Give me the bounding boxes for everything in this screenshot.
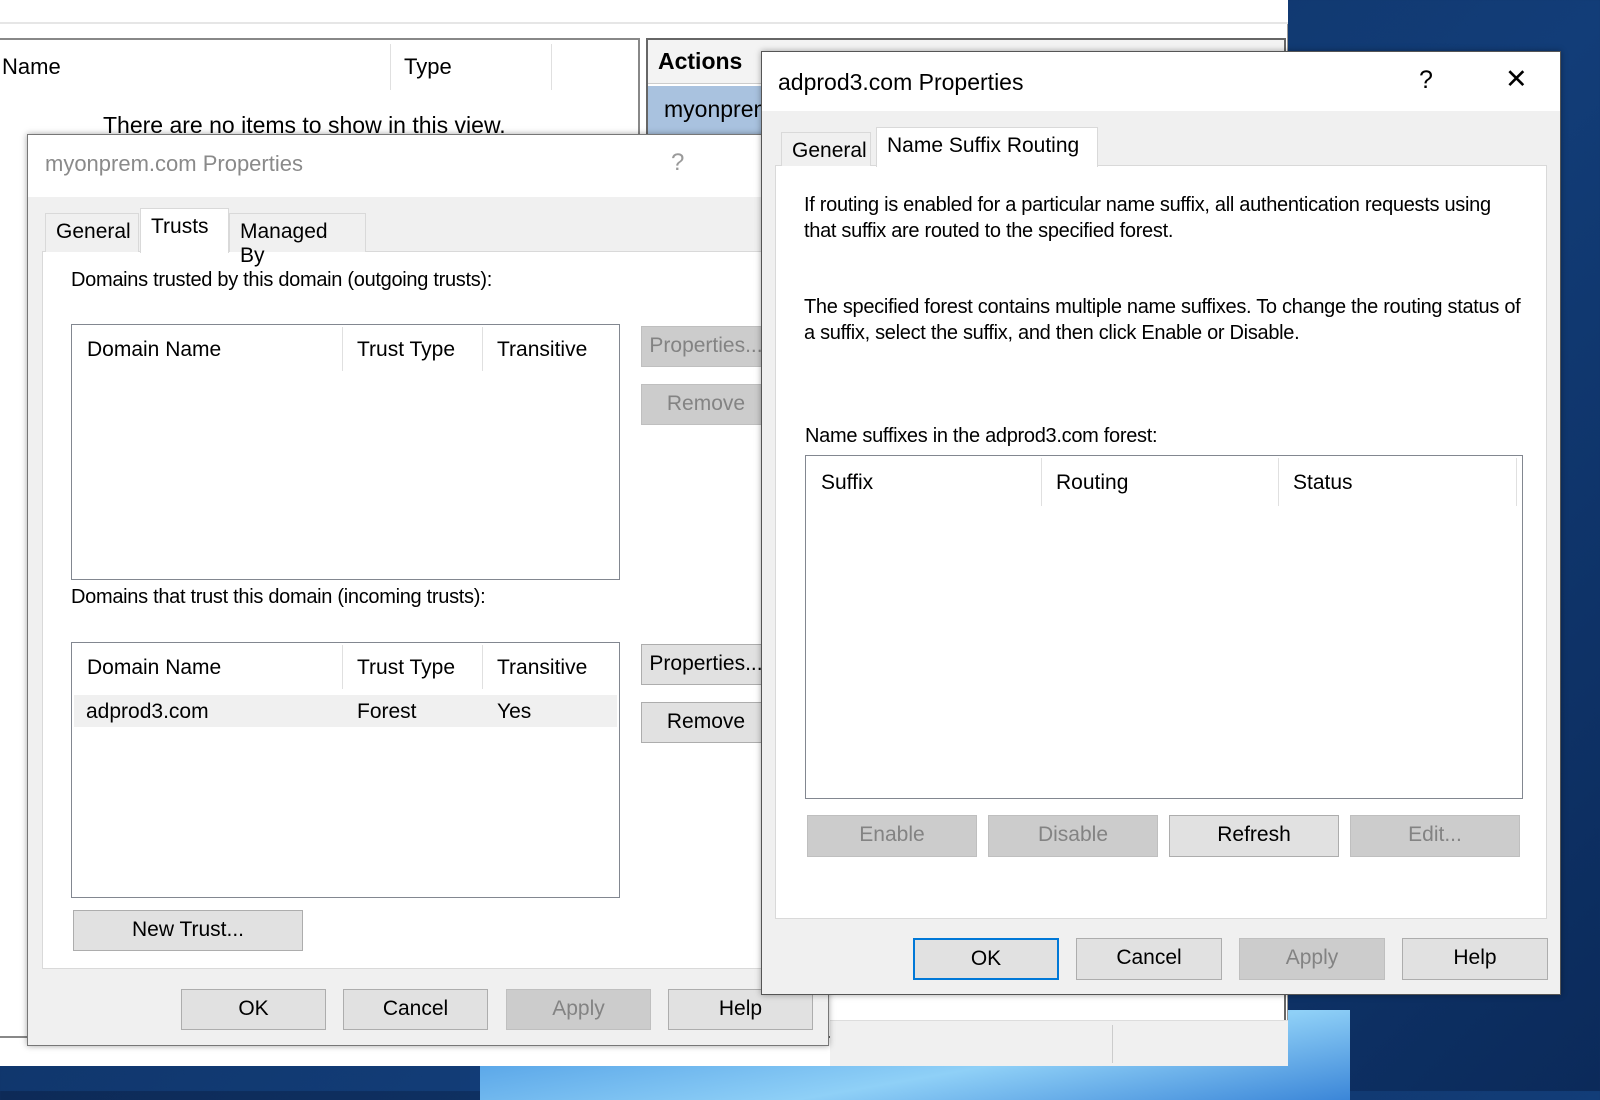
dialog-title: myonprem.com Properties: [45, 151, 303, 176]
outgoing-remove-button[interactable]: Remove: [641, 384, 771, 425]
dialog-titlebar: adprod3.com Properties ? ✕: [762, 52, 1560, 111]
column-header-type[interactable]: Type: [404, 54, 452, 80]
adprod3-properties-dialog: adprod3.com Properties ? ✕ If routing is…: [761, 51, 1561, 995]
column-separator: [1041, 458, 1042, 506]
cancel-button[interactable]: Cancel: [1076, 938, 1222, 980]
incoming-remove-button[interactable]: Remove: [641, 702, 771, 743]
name-suffixes-label: Name suffixes in the adprod3.com forest:: [805, 425, 1158, 447]
row-trust-type: Forest: [357, 700, 417, 723]
ok-button[interactable]: OK: [181, 989, 326, 1030]
col-routing[interactable]: Routing: [1056, 471, 1128, 495]
status-bar: [830, 1020, 1288, 1066]
row-domain: adprod3.com: [86, 700, 209, 723]
outgoing-trusts-list[interactable]: Domain Name Trust Type Transitive: [71, 324, 620, 580]
column-separator: [482, 645, 483, 689]
column-separator: [342, 645, 343, 689]
refresh-button[interactable]: Refresh: [1169, 815, 1339, 857]
tab-general[interactable]: General: [45, 213, 139, 252]
tab-page-name-suffix-routing: If routing is enabled for a particular n…: [775, 165, 1547, 919]
column-header-name[interactable]: Name: [2, 54, 61, 80]
row-transitive: Yes: [497, 700, 532, 723]
tab-trusts[interactable]: Trusts: [140, 208, 229, 253]
column-separator: [342, 327, 343, 371]
myonprem-properties-dialog: myonprem.com Properties ? Domains truste…: [27, 134, 842, 1046]
incoming-properties-button[interactable]: Properties...: [641, 644, 771, 685]
new-trust-button[interactable]: New Trust...: [73, 910, 303, 951]
edit-button[interactable]: Edit...: [1350, 815, 1520, 857]
outgoing-properties-button[interactable]: Properties...: [641, 326, 771, 367]
incoming-trusts-list[interactable]: Domain Name Trust Type Transitive adprod…: [71, 642, 620, 898]
col-suffix[interactable]: Suffix: [821, 471, 873, 495]
mmc-toolbar: [0, 0, 1288, 24]
apply-button[interactable]: Apply: [506, 989, 651, 1030]
col-transitive[interactable]: Transitive: [497, 656, 587, 680]
tab-name-suffix-routing[interactable]: Name Suffix Routing: [876, 127, 1098, 167]
apply-button[interactable]: Apply: [1239, 938, 1385, 980]
status-separator: [1112, 1025, 1113, 1063]
table-row[interactable]: adprod3.com Forest Yes: [74, 695, 617, 727]
tab-page-trusts: Domains trusted by this domain (outgoing…: [42, 251, 842, 969]
column-separator: [551, 44, 552, 90]
cancel-button[interactable]: Cancel: [343, 989, 488, 1030]
column-separator: [1516, 458, 1517, 506]
col-trust-type[interactable]: Trust Type: [357, 656, 455, 680]
suffix-description: The specified forest contains multiple n…: [804, 296, 1521, 344]
help-icon[interactable]: ?: [671, 149, 684, 177]
column-separator: [482, 327, 483, 371]
enable-button[interactable]: Enable: [807, 815, 977, 857]
outgoing-trusts-label: Domains trusted by this domain (outgoing…: [71, 269, 493, 291]
ok-button[interactable]: OK: [913, 938, 1059, 980]
incoming-trusts-label: Domains that trust this domain (incoming…: [71, 586, 486, 608]
col-status[interactable]: Status: [1293, 471, 1353, 495]
col-trust-type[interactable]: Trust Type: [357, 338, 455, 362]
tab-general[interactable]: General: [781, 132, 871, 166]
close-icon[interactable]: ✕: [1505, 64, 1528, 95]
dialog-titlebar: myonprem.com Properties ?: [28, 135, 828, 197]
column-separator: [390, 44, 391, 90]
help-button[interactable]: Help: [1402, 938, 1548, 980]
help-button[interactable]: Help: [668, 989, 813, 1030]
tab-managed-by[interactable]: Managed By: [229, 213, 366, 267]
disable-button[interactable]: Disable: [988, 815, 1158, 857]
col-transitive[interactable]: Transitive: [497, 338, 587, 362]
column-separator: [1278, 458, 1279, 506]
dialog-title: adprod3.com Properties: [778, 69, 1024, 95]
help-icon[interactable]: ?: [1419, 66, 1433, 95]
col-domain-name[interactable]: Domain Name: [87, 338, 221, 362]
name-suffixes-list[interactable]: Suffix Routing Status: [805, 455, 1523, 799]
col-domain-name[interactable]: Domain Name: [87, 656, 221, 680]
routing-description: If routing is enabled for a particular n…: [804, 194, 1491, 242]
